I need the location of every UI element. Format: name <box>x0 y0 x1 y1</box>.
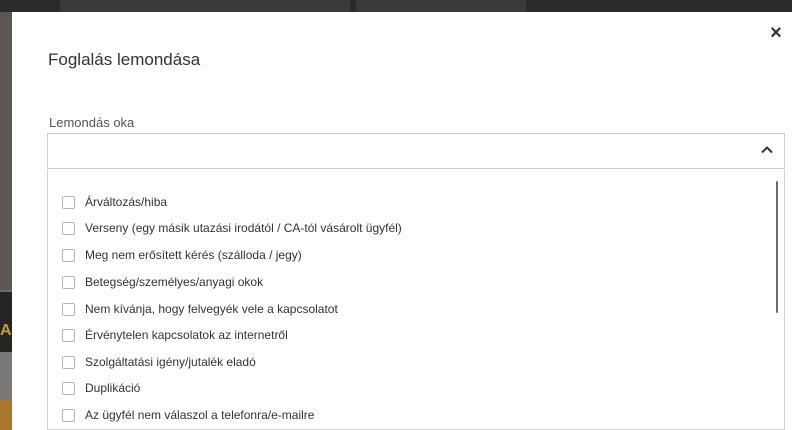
option-label: Meg nem erősített kérés (szálloda / jegy… <box>85 248 302 262</box>
option-label: Árváltozás/hiba <box>85 195 168 209</box>
checkbox[interactable] <box>62 275 75 289</box>
checkbox[interactable] <box>62 328 75 342</box>
option-item[interactable]: Az ügyfél nem válaszol a telefonra/e-mai… <box>62 405 314 425</box>
checkbox[interactable] <box>62 355 75 369</box>
chevron-up-icon <box>761 146 773 154</box>
checkbox[interactable] <box>62 408 75 422</box>
checkbox[interactable] <box>62 221 75 235</box>
option-item[interactable]: Verseny (egy másik utazási irodától / CA… <box>62 218 402 238</box>
scrollbar[interactable] <box>776 181 778 313</box>
cancel-reason-label: Lemondás oka <box>49 115 135 130</box>
background-top-bar <box>0 0 792 12</box>
checkbox[interactable] <box>62 302 75 316</box>
option-label: Duplikáció <box>85 381 141 395</box>
cancel-reason-options-list[interactable]: Árváltozás/hiba Verseny (egy másik utazá… <box>47 170 785 430</box>
option-label: Szolgáltatási igény/jutalék eladó <box>85 355 256 369</box>
option-item[interactable]: Duplikáció <box>62 378 140 398</box>
background-top-segment <box>356 0 526 12</box>
checkbox[interactable] <box>62 248 75 262</box>
option-label: Nem kívánja, hogy felvegyék vele a kapcs… <box>85 302 338 316</box>
option-label: Betegség/személyes/anyagi okok <box>85 275 264 289</box>
checkbox[interactable] <box>62 195 75 209</box>
option-item[interactable]: Meg nem erősített kérés (szálloda / jegy… <box>62 245 302 265</box>
modal-title: Foglalás lemondása <box>48 50 201 69</box>
option-item[interactable]: Árváltozás/hiba <box>62 192 167 212</box>
option-item[interactable]: Nem kívánja, hogy felvegyék vele a kapcs… <box>62 299 338 319</box>
cancel-booking-modal: × Foglalás lemondása Lemondás oka Árvált… <box>12 12 792 430</box>
background-top-segment <box>60 0 350 12</box>
cancel-reason-select[interactable] <box>47 133 785 169</box>
option-label: Az ügyfél nem válaszol a telefonra/e-mai… <box>85 408 315 422</box>
option-label: Verseny (egy másik utazási irodától / CA… <box>85 221 402 235</box>
background-photo <box>0 12 12 290</box>
close-button[interactable]: × <box>765 22 787 44</box>
option-item[interactable]: Szolgáltatási igény/jutalék eladó <box>62 352 256 372</box>
option-item[interactable]: Érvénytelen kapcsolatok az internetről <box>62 325 288 345</box>
option-label: Érvénytelen kapcsolatok az internetről <box>85 328 288 342</box>
checkbox[interactable] <box>62 381 75 395</box>
option-item[interactable]: Betegség/személyes/anyagi okok <box>62 272 263 292</box>
